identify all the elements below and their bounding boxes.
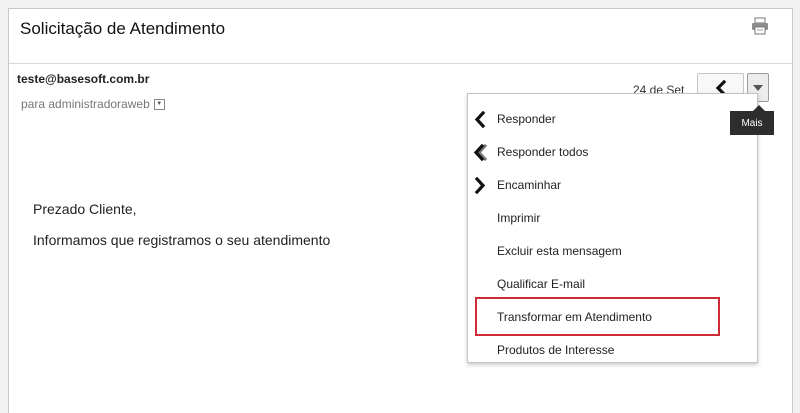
- menu-item-print[interactable]: Imprimir: [468, 202, 757, 235]
- reply-all-icon: [473, 144, 487, 161]
- header-divider: [9, 63, 792, 64]
- sender-address[interactable]: teste@basesoft.com.br: [17, 72, 149, 86]
- menu-item-reply-all[interactable]: Responder todos: [468, 136, 757, 169]
- email-body: Prezado Cliente, Informamos que registra…: [33, 201, 330, 263]
- email-subject: Solicitação de Atendimento: [20, 19, 226, 38]
- menu-item-label: Responder: [497, 112, 556, 126]
- printer-icon[interactable]: [751, 17, 769, 35]
- menu-item-label: Imprimir: [497, 211, 541, 225]
- body-line-2: Informamos que registramos o seu atendim…: [33, 232, 331, 248]
- menu-item-label: Produtos de Interesse: [497, 343, 615, 357]
- forward-icon: [474, 177, 486, 194]
- body-line-1: Prezado Cliente,: [33, 201, 137, 217]
- menu-item-label: Encaminhar: [497, 178, 562, 192]
- menu-item-reply[interactable]: Responder: [468, 103, 757, 136]
- menu-item-delete-message[interactable]: Excluir esta mensagem: [468, 235, 757, 268]
- menu-item-transform-to-ticket[interactable]: Transformar em Atendimento: [468, 301, 757, 334]
- recipient-text: para administradoraweb: [21, 97, 150, 111]
- more-tooltip: Mais: [730, 105, 774, 135]
- more-actions-menu: Responder Responder todos Encaminhar Imp…: [467, 93, 758, 363]
- menu-item-label: Transformar em Atendimento: [497, 310, 652, 324]
- menu-item-label: Responder todos: [497, 145, 589, 159]
- menu-item-label: Excluir esta mensagem: [497, 244, 622, 258]
- menu-item-forward[interactable]: Encaminhar: [468, 169, 757, 202]
- menu-item-qualify-email[interactable]: Qualificar E-mail: [468, 268, 757, 301]
- menu-item-label: Qualificar E-mail: [497, 277, 586, 291]
- caret-down-icon: [753, 84, 763, 91]
- recipient-details-toggle-icon[interactable]: ▼: [153, 98, 165, 110]
- menu-item-products-of-interest[interactable]: Produtos de Interesse: [468, 334, 757, 367]
- recipient-line: para administradoraweb ▼: [21, 97, 165, 111]
- reply-icon: [474, 111, 486, 128]
